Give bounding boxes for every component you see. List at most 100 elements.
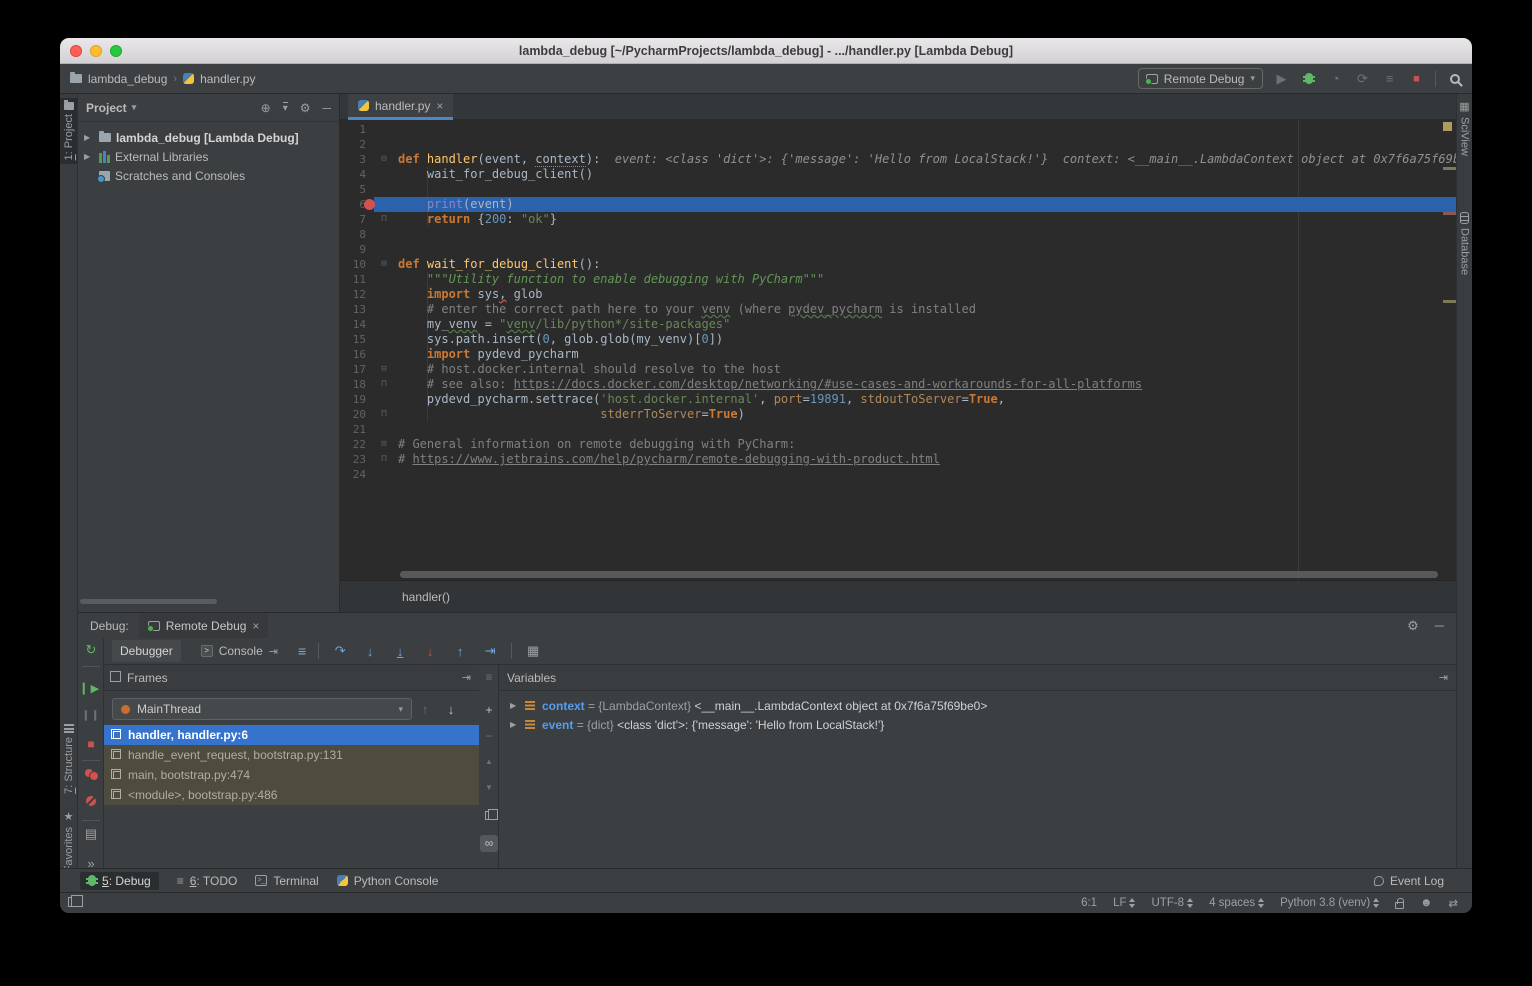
fold-marker-icon[interactable]: ⊓ — [376, 377, 392, 392]
toolwindow-todo-button[interactable]: ≡ 6: TODO — [177, 874, 238, 888]
editor-line[interactable]: 24 — [340, 467, 1456, 482]
hide-debug-button[interactable]: ─ — [1435, 618, 1444, 634]
editor-line[interactable]: 9 — [340, 242, 1456, 257]
step-over-button[interactable]: ↷ — [331, 643, 349, 659]
move-watch-up-button[interactable]: ▲ — [479, 757, 499, 766]
stripe-project-button[interactable]: 1: Project — [60, 98, 77, 164]
project-panel-title[interactable]: Project ▾ — [86, 101, 136, 115]
editor-line[interactable]: 8 — [340, 227, 1456, 242]
line-number[interactable]: 23 — [340, 452, 366, 467]
zoom-window-button[interactable] — [110, 45, 122, 57]
line-number[interactable]: 12 — [340, 287, 366, 302]
evaluate-expression-button[interactable]: ▦ — [524, 643, 542, 659]
interpreter-selector[interactable]: Python 3.8 (venv) — [1280, 897, 1379, 909]
fold-marker-icon[interactable]: ⊟ — [376, 257, 392, 272]
variables-menu-icon[interactable]: ≡ — [479, 670, 499, 684]
line-separator-selector[interactable]: LF — [1113, 897, 1135, 909]
close-window-button[interactable] — [70, 45, 82, 57]
variable-row[interactable]: ▶event = {dict} <class 'dict'>: {'messag… — [499, 715, 1456, 734]
layout-options-icon[interactable]: ≡ — [298, 643, 306, 659]
line-number[interactable]: 22 — [340, 437, 366, 452]
run-with-button[interactable]: ≡ — [1381, 71, 1398, 86]
editor-line[interactable]: 11 """Utility function to enable debuggi… — [340, 272, 1456, 287]
stack-frame[interactable]: main, bootstrap.py:474 — [104, 765, 479, 785]
editor-line[interactable]: 4 wait_for_debug_client() — [340, 167, 1456, 182]
stripe-structure-button[interactable]: 7: Structure — [60, 724, 77, 794]
line-number[interactable]: 17 — [340, 362, 366, 377]
caret-position[interactable]: 6:1 — [1081, 897, 1097, 909]
line-number[interactable]: 8 — [340, 227, 366, 242]
search-everywhere-button[interactable] — [1446, 74, 1464, 84]
line-number[interactable]: 19 — [340, 392, 366, 407]
project-tree-item[interactable]: ▶External Libraries — [78, 147, 339, 166]
expand-arrow-icon[interactable]: ▶ — [84, 133, 94, 142]
editor-line[interactable]: 2 — [340, 137, 1456, 152]
line-number[interactable]: 21 — [340, 422, 366, 437]
project-settings-button[interactable]: ⚙ — [300, 101, 311, 115]
editor-line[interactable]: 12 import sys, glob — [340, 287, 1456, 302]
fold-marker-icon[interactable]: ⊟ — [376, 437, 392, 452]
hide-panel-button[interactable]: ─ — [322, 101, 331, 115]
fold-marker-icon[interactable]: ⊟ — [376, 152, 392, 167]
view-breakpoints-button[interactable] — [78, 767, 104, 782]
project-horizontal-scrollbar[interactable] — [80, 599, 217, 604]
remove-watch-button[interactable]: − — [479, 729, 499, 743]
editor-line[interactable]: 18⊓ # see also: https://docs.docker.com/… — [340, 377, 1456, 392]
highlighting-level-button[interactable]: ☻ — [1420, 897, 1432, 909]
fold-marker-icon[interactable]: ⊓ — [376, 452, 392, 467]
next-frame-button[interactable]: ↓ — [438, 702, 464, 717]
line-number[interactable]: 13 — [340, 302, 366, 317]
stop-process-button[interactable]: ■ — [78, 737, 104, 751]
debug-button[interactable] — [1300, 73, 1317, 84]
stripe-database-button[interactable]: Database — [1457, 212, 1472, 275]
restore-layout-button[interactable]: ▤ — [78, 826, 104, 842]
locate-file-button[interactable]: ⊕ — [261, 101, 271, 115]
show-watches-toggle[interactable]: ∞ — [480, 835, 498, 852]
line-number[interactable]: 11 — [340, 272, 366, 287]
pause-button[interactable]: ❙❙ — [78, 710, 104, 721]
write-access-button[interactable] — [1395, 898, 1404, 909]
fold-marker-icon[interactable]: ⊓ — [376, 212, 392, 227]
step-into-button[interactable]: ↓ — [361, 644, 379, 659]
fold-marker-icon[interactable]: ⊟ — [376, 362, 392, 377]
close-tab-icon[interactable]: × — [436, 99, 443, 113]
debug-session-tab[interactable]: Remote Debug × — [139, 613, 269, 638]
line-number[interactable]: 18 — [340, 377, 366, 392]
editor-horizontal-scrollbar[interactable] — [400, 571, 1438, 578]
stack-frame[interactable]: handle_event_request, bootstrap.py:131 — [104, 745, 479, 765]
encoding-selector[interactable]: UTF-8 — [1151, 897, 1193, 909]
editor-line[interactable]: 10⊟def wait_for_debug_client(): — [340, 257, 1456, 272]
line-number[interactable]: 5 — [340, 182, 366, 197]
debug-settings-button[interactable]: ⚙ — [1407, 618, 1419, 634]
tab-debugger[interactable]: Debugger — [112, 640, 181, 662]
line-number[interactable]: 1 — [340, 122, 366, 137]
close-session-icon[interactable]: × — [252, 619, 259, 633]
step-into-my-code-button[interactable]: ↓ — [391, 644, 409, 659]
indent-selector[interactable]: 4 spaces — [1209, 897, 1264, 909]
editor-line[interactable]: 17⊟ # host.docker.internal should resolv… — [340, 362, 1456, 377]
previous-frame-button[interactable]: ↑ — [412, 702, 438, 717]
variable-row[interactable]: ▶context = {LambdaContext} <__main__.Lam… — [499, 696, 1456, 715]
project-tree-item[interactable]: Scratches and Consoles — [78, 166, 339, 185]
thread-dropdown[interactable]: MainThread ▾ — [112, 698, 412, 720]
event-log-button[interactable]: Event Log — [1374, 874, 1472, 888]
editor-line[interactable]: 16 import pydevd_pycharm — [340, 347, 1456, 362]
project-tree-item[interactable]: ▶lambda_debug [Lambda Debug] — [78, 128, 339, 147]
line-number[interactable]: 3 — [340, 152, 366, 167]
update-info-button[interactable]: ⇄ — [1448, 896, 1458, 910]
expand-arrow-icon[interactable]: ▶ — [510, 701, 518, 710]
editor-line[interactable]: 23⊓# https://www.jetbrains.com/help/pych… — [340, 452, 1456, 467]
stripe-sciview-button[interactable]: ▦ SciView — [1457, 100, 1472, 156]
resume-button[interactable]: ▶ — [78, 682, 104, 695]
line-number[interactable]: 15 — [340, 332, 366, 347]
line-number[interactable]: 6 — [340, 197, 366, 212]
tab-console[interactable]: > Console ⇥ — [193, 640, 286, 662]
stack-frame[interactable]: handler, handler.py:6 — [104, 725, 479, 745]
toolwindow-debug-button[interactable]: 5: Debug — [80, 872, 159, 890]
editor-line[interactable]: 1 — [340, 122, 1456, 137]
editor-content[interactable]: 123⊟def handler(event, context): event: … — [340, 120, 1456, 580]
line-number[interactable]: 2 — [340, 137, 366, 152]
reading-mode-button[interactable] — [60, 897, 78, 910]
move-watch-down-button[interactable]: ▼ — [479, 783, 499, 792]
line-number[interactable]: 20 — [340, 407, 366, 422]
